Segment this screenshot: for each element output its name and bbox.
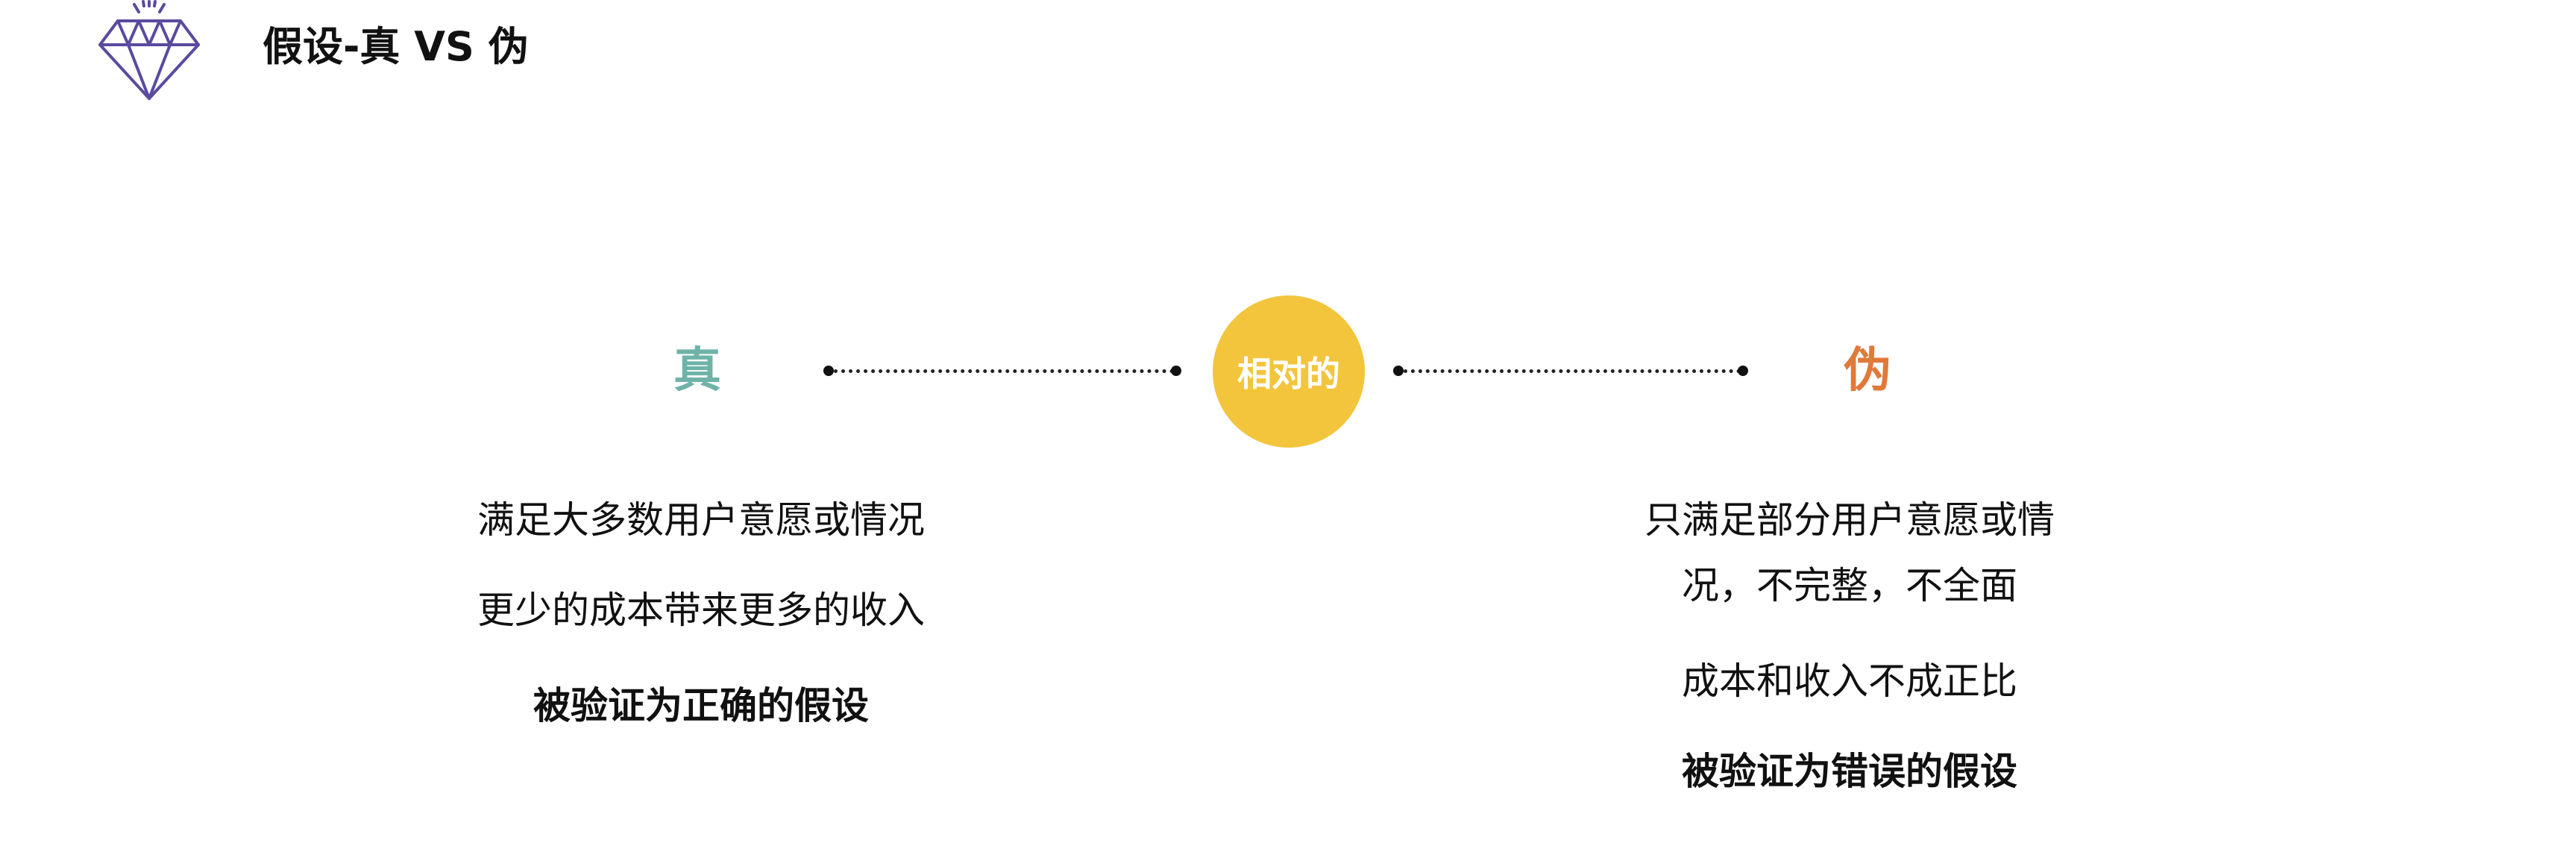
relative-badge: 相对的 bbox=[1213, 295, 1365, 448]
false-conclusion: 被验证为错误的假设 bbox=[1682, 750, 2017, 793]
false-point: 只满足部分用户意愿或情 bbox=[1644, 498, 2055, 542]
dotted-connector-left bbox=[834, 369, 1174, 373]
connector-dot bbox=[1738, 366, 1748, 376]
dotted-connector-right bbox=[1404, 369, 1741, 373]
diamond-icon bbox=[98, 0, 200, 100]
page-title: 假设-真 VS 伪 bbox=[263, 23, 529, 70]
false-label: 伪 bbox=[1844, 343, 1891, 398]
true-point: 满足大多数用户意愿或情况 bbox=[477, 498, 925, 542]
connector-dot bbox=[1393, 366, 1404, 376]
true-point: 更少的成本带来更多的收入 bbox=[477, 589, 925, 632]
true-label: 真 bbox=[673, 343, 721, 398]
connector-dot bbox=[823, 366, 834, 376]
true-conclusion: 被验证为正确的假设 bbox=[533, 684, 869, 727]
false-point: 成本和收入不成正比 bbox=[1682, 660, 2017, 703]
relative-label: 相对的 bbox=[1237, 354, 1340, 394]
false-point: 况，不完整，不全面 bbox=[1682, 564, 2017, 607]
connector-dot bbox=[1171, 366, 1181, 376]
